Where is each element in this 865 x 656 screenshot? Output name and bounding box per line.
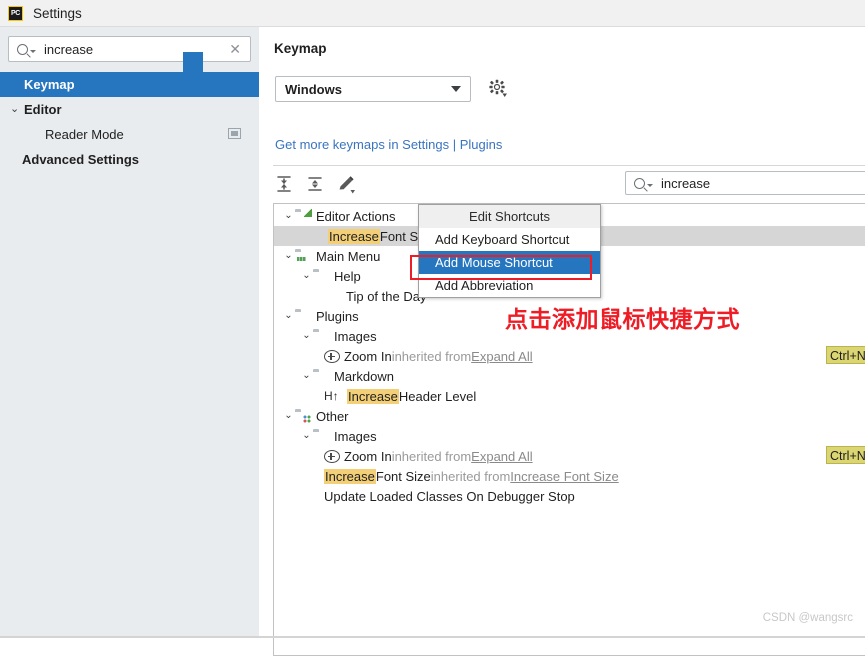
chevron-down-icon[interactable]: ⌄ [300, 371, 313, 381]
tree-row-label: Header Level [398, 388, 477, 404]
folder-green-icon [295, 209, 311, 223]
tree-search-input[interactable]: increase [661, 176, 710, 191]
tree-search-box[interactable]: increase [625, 171, 865, 195]
folder-menu-icon [295, 249, 311, 263]
tree-row[interactable]: Zoom In inherited from Expand All Ctrl+N… [274, 346, 865, 366]
plus-circle-icon [324, 449, 340, 463]
sidebar-item-label: Reader Mode [45, 127, 124, 142]
tree-row-highlight: Increase [324, 468, 376, 484]
plus-circle-icon [324, 349, 340, 363]
tree-row-label: Tip of the Day [346, 288, 427, 304]
tree-row-inherited-text: inherited from [430, 468, 511, 484]
pycharm-icon: PC [8, 5, 23, 21]
sidebar-item-keymap[interactable]: Keymap [0, 72, 259, 97]
tree-row-label: Help [334, 268, 361, 284]
shortcut-badge: Ctrl+Num [826, 446, 865, 464]
folder-icon [313, 329, 329, 343]
folder-icon [313, 369, 329, 383]
edit-pencil-icon[interactable] [335, 173, 357, 195]
title-bar: PC Settings [0, 0, 865, 27]
search-icon [634, 177, 645, 189]
tree-row[interactable]: ⌄ Markdown [274, 366, 865, 386]
tree-row[interactable]: Zoom In inherited from Expand All Ctrl+N… [274, 446, 865, 466]
shortcut-badge: Ctrl+Num [826, 346, 865, 364]
chevron-down-icon[interactable]: ⌄ [282, 211, 295, 221]
chevron-down-icon[interactable]: ⌄ [300, 331, 313, 341]
keymap-select[interactable]: Windows [275, 76, 471, 102]
chevron-down-icon[interactable]: ⌄ [300, 431, 313, 441]
gear-icon[interactable] [487, 78, 509, 100]
tree-row-label: Zoom In [344, 348, 392, 364]
window-title: Settings [33, 5, 82, 21]
tree-row-inherited-link[interactable]: Expand All [471, 349, 532, 364]
tree-row-label: Main Menu [316, 248, 381, 264]
sidebar-item-reader-mode[interactable]: Reader Mode [0, 122, 259, 147]
chevron-down-icon[interactable]: ⌄ [282, 251, 295, 261]
settings-sidebar: increase ✕ Keymap ⌄ Editor Reader Mode A… [0, 27, 259, 638]
tree-row-label: Font Size [375, 468, 431, 484]
menu-item-add-keyboard-shortcut[interactable]: Add Keyboard Shortcut [419, 228, 600, 251]
link-settings[interactable]: Settings [402, 137, 449, 152]
reader-mode-badge-icon [228, 128, 241, 139]
edit-shortcuts-context-menu[interactable]: Edit Shortcuts Add Keyboard Shortcut Add… [410, 204, 601, 298]
sidebar-item-label: Advanced Settings [22, 152, 140, 167]
tree-row-label: Images [334, 428, 377, 444]
sidebar-item-label: Editor [24, 102, 62, 117]
tree-row-label: Other [316, 408, 349, 424]
tree-row[interactable]: Update Loaded Classes On Debugger Stop [274, 486, 865, 506]
folder-icon [295, 309, 311, 323]
folder-dots-icon [295, 409, 311, 423]
context-menu-header: Edit Shortcuts [419, 205, 600, 228]
tree-row-highlight: Increase [347, 388, 399, 404]
sidebar-item-advanced-settings[interactable]: Advanced Settings [0, 147, 259, 172]
menu-item-add-abbreviation[interactable]: Add Abbreviation [419, 274, 600, 297]
page-title: Keymap [274, 41, 327, 56]
folder-icon [313, 429, 329, 443]
chevron-down-icon[interactable] [451, 86, 461, 92]
chevron-down-icon[interactable]: ⌄ [10, 104, 22, 115]
expand-all-icon[interactable] [273, 173, 295, 195]
link-plugins[interactable]: Plugins [460, 137, 503, 152]
tree-row-highlight: Increase [328, 228, 380, 244]
tree-row[interactable]: Increase Font Size inherited from Increa… [274, 466, 865, 486]
folder-icon [313, 269, 329, 283]
chevron-down-icon[interactable]: ⌄ [282, 411, 295, 421]
get-more-keymaps-links: Get more keymaps in Settings | Plugins [275, 137, 502, 152]
keymap-select-value: Windows [285, 81, 342, 97]
collapse-all-icon[interactable] [304, 173, 326, 195]
clear-icon[interactable]: ✕ [229, 42, 241, 56]
sidebar-item-label: Keymap [24, 77, 75, 92]
menu-item-add-mouse-shortcut[interactable]: Add Mouse Shortcut [419, 251, 600, 274]
annotation-text: 点击添加鼠标快捷方式 [505, 307, 740, 333]
search-icon [17, 43, 28, 55]
sidebar-item-editor[interactable]: ⌄ Editor [0, 97, 259, 122]
tree-row-label: Markdown [334, 368, 394, 384]
search-options-caret-icon[interactable] [647, 184, 653, 187]
tree-row-label: Images [334, 328, 377, 344]
tree-row-inherited-text: inherited from [391, 448, 472, 464]
tree-row[interactable]: ⌄ Other [274, 406, 865, 426]
tree-row-label: Editor Actions [316, 208, 396, 224]
tree-row[interactable]: H↑ Increase Header Level [274, 386, 865, 406]
tree-row-label: Zoom In [344, 448, 392, 464]
toolbar-divider [273, 165, 865, 166]
chevron-down-icon[interactable]: ⌄ [300, 271, 313, 281]
tree-row-inherited-text: inherited from [391, 348, 472, 364]
tree-row-inherited-link[interactable]: Expand All [471, 449, 532, 464]
chevron-down-icon[interactable]: ⌄ [282, 311, 295, 321]
tree-row-label: Plugins [316, 308, 359, 324]
search-options-caret-icon[interactable] [30, 50, 36, 53]
watermark: CSDN @wangsrc [762, 612, 853, 624]
context-menu-selection-extension [183, 52, 203, 73]
header-level-icon: H↑ [324, 389, 339, 403]
tree-row[interactable]: ⌄ Images [274, 426, 865, 446]
tree-row-label: Update Loaded Classes On Debugger Stop [324, 488, 575, 504]
links-prefix: Get more keymaps in [275, 137, 403, 152]
links-separator: | [449, 137, 460, 152]
sidebar-search-box[interactable]: increase ✕ [8, 36, 251, 62]
tree-row-inherited-link[interactable]: Increase Font Size [510, 469, 618, 484]
